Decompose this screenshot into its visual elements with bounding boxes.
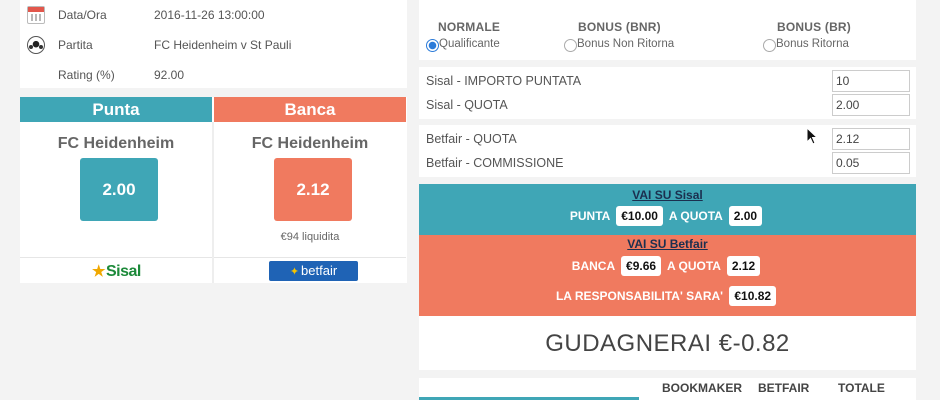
betfair-odd-label: Betfair - QUOTA — [426, 132, 517, 146]
banca-column: Banca FC Heidenheim 2.12 €94 liquidita ✦… — [214, 97, 406, 283]
profit-card: GUDAGNERAI €-0.82 — [419, 316, 916, 370]
punta-odds: 2.00 — [728, 206, 763, 226]
mode-bnr-title: BONUS (BNR) — [578, 20, 661, 34]
date-label: Data/Ora — [58, 8, 107, 22]
sisal-stake-input[interactable] — [832, 70, 910, 92]
mode-br-option[interactable]: Bonus Ritorna — [763, 38, 851, 52]
sisal-instruction-line: PUNTA €10.00 A QUOTA 2.00 — [419, 206, 916, 226]
sisal-logo[interactable]: ★Sisal — [92, 262, 141, 281]
punta-odd-button[interactable]: 2.00 — [80, 158, 158, 221]
profit-result: GUDAGNERAI €-0.82 — [545, 330, 790, 357]
radio-bonus-non-ritorna[interactable] — [564, 39, 577, 52]
betfair-commission-label: Betfair - COMMISSIONE — [426, 156, 564, 170]
banca-logo-strip: ✦ betfair — [214, 257, 406, 283]
banca-team: FC Heidenheim — [251, 135, 369, 152]
mode-normale-title: NORMALE — [438, 20, 501, 34]
mode-br: BONUS (BR) Bonus Ritorna — [763, 20, 851, 52]
banca-amount: €9.66 — [621, 256, 662, 276]
rating-row: Rating (%) 92.00 — [20, 65, 407, 85]
radio-qualificante[interactable] — [426, 39, 439, 52]
betfair-commission-input[interactable] — [832, 152, 910, 174]
match-label: Partita — [58, 38, 93, 52]
go-to-betfair-link[interactable]: VAI SU Betfair — [419, 237, 916, 251]
sisal-stake-row: Sisal - IMPORTO PUNTATA — [419, 70, 916, 92]
sisal-odd-label: Sisal - QUOTA — [426, 98, 508, 112]
betfair-instruction-line: BANCA €9.66 A QUOTA 2.12 — [419, 256, 916, 276]
punta-column: Punta FC Heidenheim 2.00 ★Sisal — [20, 97, 212, 283]
mode-selector: NORMALE Qualificante BONUS (BNR) Bonus N… — [419, 0, 916, 60]
banca-odd-button[interactable]: 2.12 — [274, 158, 352, 221]
option-label: Bonus Non Ritorna — [577, 38, 675, 50]
rating-value: 92.00 — [154, 68, 185, 82]
mouse-cursor-icon — [806, 127, 818, 145]
punta-amount: €10.00 — [616, 206, 663, 226]
betfair-arrows-icon: ✦ — [289, 266, 300, 278]
liability-label: LA RESPONSABILITA' SARA' — [555, 289, 723, 303]
betfair-odd-row: Betfair - QUOTA — [419, 128, 916, 150]
mode-normale-option[interactable]: Qualificante — [426, 38, 500, 52]
date-value: 2016-11-26 13:00:00 — [154, 8, 265, 22]
th-betfair: BETFAIR — [758, 381, 810, 395]
betfair-instruction-band: VAI SU Betfair BANCA €9.66 A QUOTA 2.12 … — [419, 235, 916, 316]
rating-label: Rating (%) — [58, 68, 115, 82]
sisal-logo-text: Sisal — [105, 263, 141, 280]
liability-line: LA RESPONSABILITA' SARA' €10.82 — [419, 286, 916, 306]
punta-action-label: PUNTA — [569, 209, 610, 223]
odds-card: Punta FC Heidenheim 2.00 ★Sisal Banca FC… — [20, 97, 407, 283]
sisal-instruction-band: VAI SU Sisal PUNTA €10.00 A QUOTA 2.00 — [419, 184, 916, 235]
betfair-commission-row: Betfair - COMMISSIONE — [419, 152, 916, 174]
th-totale: TOTALE — [838, 381, 885, 395]
banca-odds: 2.12 — [726, 256, 761, 276]
option-label: Bonus Ritorna — [776, 38, 849, 50]
punta-logo-strip: ★Sisal — [20, 257, 212, 283]
option-label: Qualificante — [439, 38, 500, 50]
date-row: Data/Ora 2016-11-26 13:00:00 — [20, 5, 407, 25]
punta-at-odds-label: A QUOTA — [668, 209, 723, 223]
banca-at-odds-label: A QUOTA — [666, 259, 721, 273]
match-value: FC Heidenheim v St Pauli — [154, 38, 292, 52]
mode-bnr-option[interactable]: Bonus Non Ritorna — [564, 38, 675, 52]
match-info-card: Data/Ora 2016-11-26 13:00:00 Partita FC … — [20, 0, 407, 88]
liability-amount: €10.82 — [729, 286, 777, 306]
soccer-ball-icon — [27, 36, 45, 54]
go-to-sisal-link[interactable]: VAI SU Sisal — [419, 188, 916, 202]
th-bookmaker: BOOKMAKER — [662, 381, 742, 395]
banca-header: Banca — [214, 97, 406, 122]
betfair-params-card: Betfair - QUOTA Betfair - COMMISSIONE — [419, 125, 916, 177]
sisal-odd-row: Sisal - QUOTA — [419, 94, 916, 116]
mode-br-title: BONUS (BR) — [777, 20, 851, 34]
mode-bnr: BONUS (BNR) Bonus Non Ritorna — [564, 20, 675, 52]
punta-header: Punta — [20, 97, 212, 122]
summary-table: BOOKMAKER BETFAIR TOTALE — [419, 378, 916, 400]
sisal-odd-input[interactable] — [832, 94, 910, 116]
betfair-logo[interactable]: ✦ betfair — [269, 261, 358, 281]
banca-action-label: BANCA — [571, 259, 615, 273]
sisal-star-icon: ★ — [92, 263, 105, 280]
match-row: Partita FC Heidenheim v St Pauli — [20, 35, 407, 55]
calendar-icon — [27, 6, 45, 24]
liquidity-text: €94 liquidita — [280, 231, 340, 243]
punta-team: FC Heidenheim — [57, 135, 175, 152]
sisal-params-card: Sisal - IMPORTO PUNTATA Sisal - QUOTA — [419, 67, 916, 119]
sisal-stake-label: Sisal - IMPORTO PUNTATA — [426, 74, 582, 88]
mode-normale: NORMALE Qualificante — [426, 20, 501, 52]
betfair-odd-input[interactable] — [832, 128, 910, 150]
betfair-logo-text: betfair — [301, 263, 338, 278]
radio-bonus-ritorna[interactable] — [763, 39, 776, 52]
